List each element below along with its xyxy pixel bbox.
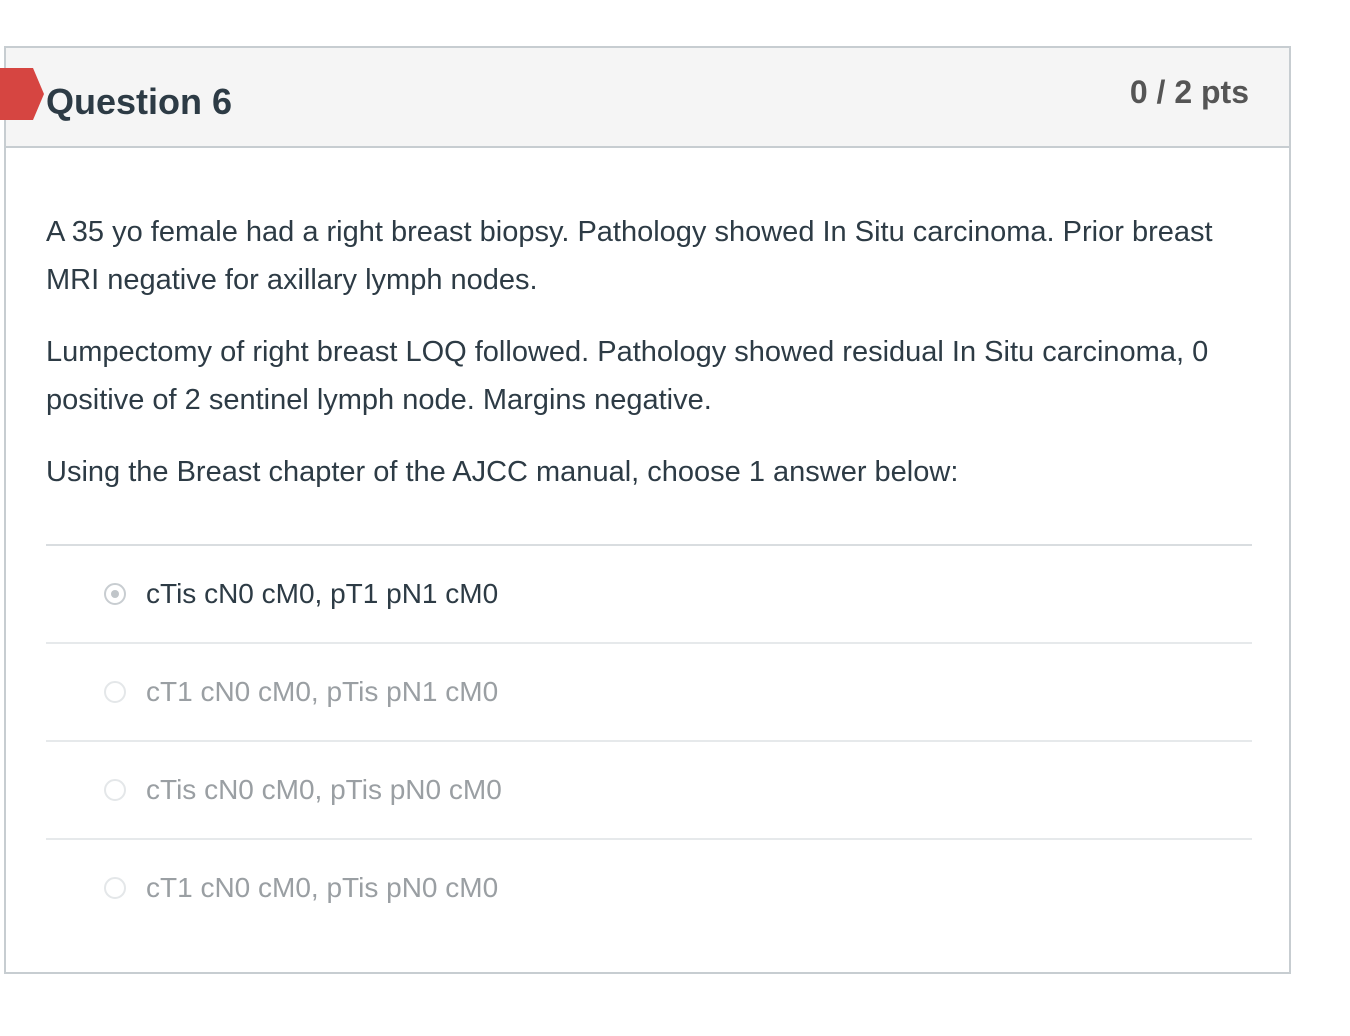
question-paragraph: A 35 yo female had a right breast biopsy… bbox=[46, 216, 1213, 296]
answer-option[interactable]: cTis cN0 cM0, pT1 pN1 cM0 bbox=[46, 546, 1252, 644]
answer-option[interactable]: cT1 cN0 cM0, pTis pN0 cM0 bbox=[46, 840, 1252, 936]
radio-icon[interactable] bbox=[104, 779, 126, 801]
question-title: Question 6 bbox=[46, 81, 233, 122]
radio-selected-icon[interactable] bbox=[104, 583, 126, 605]
question-card: Question 6 0 / 2 pts A 35 yo female had … bbox=[0, 46, 1291, 974]
incorrect-flag-icon bbox=[0, 68, 44, 120]
answer-label: cT1 cN0 cM0, pTis pN0 cM0 bbox=[146, 872, 499, 903]
answer-label: cTis cN0 cM0, pT1 pN1 cM0 bbox=[146, 578, 499, 609]
answer-list: cTis cN0 cM0, pT1 pN1 cM0 cT1 cN0 cM0, p… bbox=[46, 544, 1252, 936]
answer-option[interactable]: cT1 cN0 cM0, pTis pN1 cM0 bbox=[46, 644, 1252, 742]
question-text: A 35 yo female had a right breast biopsy… bbox=[46, 208, 1252, 520]
question-header: Question 6 0 / 2 pts bbox=[0, 48, 1289, 148]
radio-icon[interactable] bbox=[104, 681, 126, 703]
question-paragraph: Lumpectomy of right breast LOQ followed.… bbox=[46, 336, 1209, 416]
radio-icon[interactable] bbox=[104, 877, 126, 899]
answer-label: cT1 cN0 cM0, pTis pN1 cM0 bbox=[146, 676, 499, 707]
points-score: 0 / 2 pts bbox=[1129, 74, 1249, 110]
question-paragraph: Using the Breast chapter of the AJCC man… bbox=[46, 456, 959, 488]
answer-option[interactable]: cTis cN0 cM0, pTis pN0 cM0 bbox=[46, 742, 1252, 840]
answer-label: cTis cN0 cM0, pTis pN0 cM0 bbox=[146, 774, 502, 805]
